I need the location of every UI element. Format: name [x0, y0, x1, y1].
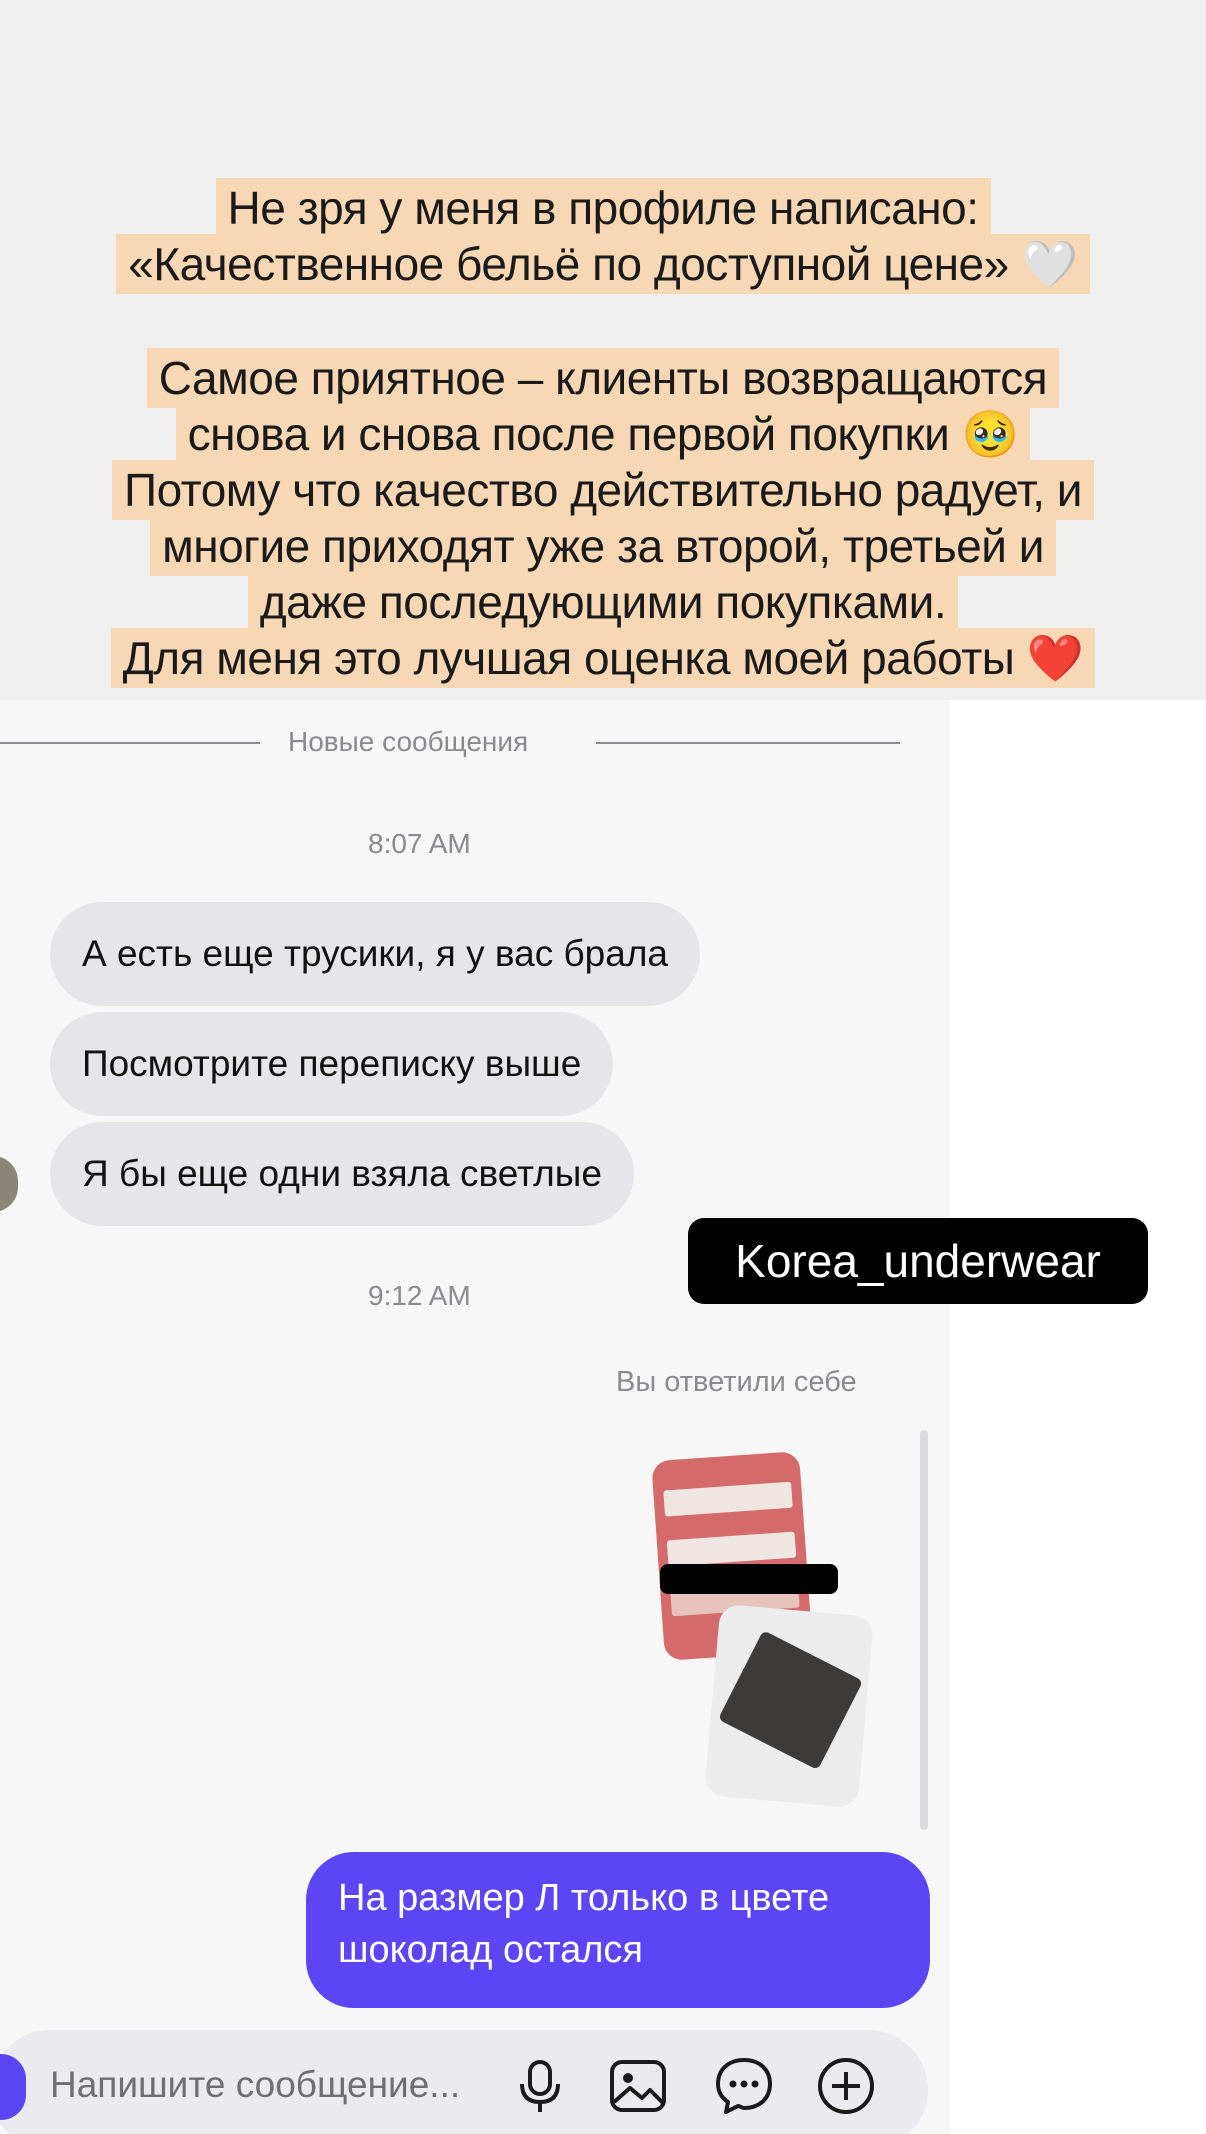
redaction-bar	[660, 1564, 838, 1594]
caption-line: «Качественное бельё по доступной цене» 🤍	[116, 234, 1090, 294]
plus-icon[interactable]	[814, 2054, 878, 2118]
caption-line: Потому что качество действительно радует…	[112, 460, 1094, 520]
timestamp: 8:07 AM	[368, 828, 471, 859]
reply-label: Вы ответили себе	[616, 1366, 857, 1398]
new-messages-label: Новые сообщения	[288, 726, 529, 757]
caption-line: многие приходят уже за второй, третьей и	[150, 516, 1056, 576]
divider-line-left	[0, 742, 260, 744]
replied-photo-dark-package[interactable]	[703, 1603, 875, 1809]
message-input[interactable]	[50, 2060, 490, 2110]
incoming-message-bubble[interactable]: А есть еще трусики, я у вас брала	[50, 902, 700, 1006]
microphone-icon[interactable]	[508, 2054, 572, 2118]
story-screen: Не зря у меня в профиле написано: «Качес…	[0, 0, 1206, 2134]
incoming-message-bubble[interactable]: Я бы еще одни взяла светлые	[50, 1122, 634, 1226]
sticker-chat-icon[interactable]	[712, 2054, 776, 2118]
caption-line: снова и снова после первой покупки 🥹	[175, 404, 1031, 464]
divider-line-right	[596, 742, 900, 744]
caption-line: Самое приятное – клиенты возвращаются	[146, 348, 1060, 408]
caption-paragraph-2: Самое приятное – клиенты возвращаются сн…	[0, 348, 1206, 688]
caption-paragraph-1: Не зря у меня в профиле написано: «Качес…	[0, 178, 1206, 294]
reply-quote-bar	[920, 1430, 928, 1830]
timestamp: 9:12 AM	[368, 1280, 471, 1311]
new-messages-divider: Новые сообщения	[0, 726, 900, 757]
caption-line: даже последующими покупками.	[247, 572, 959, 632]
caption-line: Для меня это лучшая оценка моей работы ❤…	[110, 628, 1096, 688]
image-icon[interactable]	[606, 2054, 670, 2118]
outgoing-message-bubble[interactable]: На размер Л только в цвете шоколад остал…	[306, 1852, 930, 2008]
story-side-background	[950, 700, 1206, 2134]
incoming-message-bubble[interactable]: Посмотрите переписку выше	[50, 1012, 614, 1116]
caption-line: Не зря у меня в профиле написано:	[215, 178, 991, 238]
username-tag[interactable]: Korea_underwear	[688, 1218, 1148, 1304]
